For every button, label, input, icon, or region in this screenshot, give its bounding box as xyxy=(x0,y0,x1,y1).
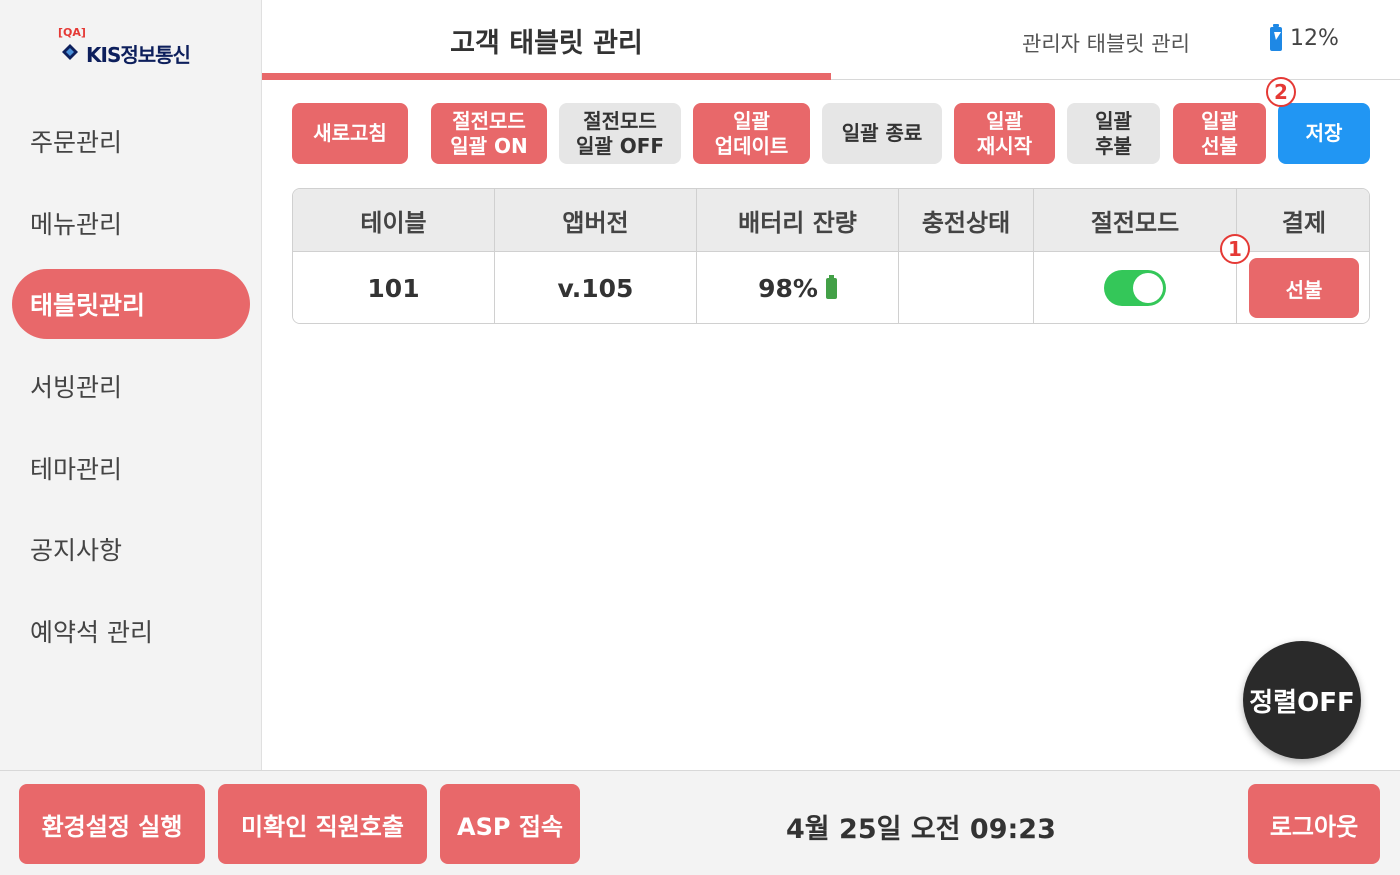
battery-full-icon xyxy=(825,274,837,299)
bulk-exit-button[interactable]: 일괄 종료 xyxy=(822,103,942,164)
annotation-marker-1: 1 xyxy=(1220,234,1250,264)
bulk-restart-button[interactable]: 일괄 재시작 xyxy=(954,103,1055,164)
refresh-button[interactable]: 새로고침 xyxy=(292,103,408,164)
toggle-knob xyxy=(1133,273,1163,303)
cell-battery: 98% xyxy=(697,252,899,323)
header: 고객 태블릿 관리 관리자 태블릿 관리 12% xyxy=(262,0,1400,80)
column-header-table: 테이블 xyxy=(293,189,495,251)
sidebar-item-menu[interactable]: 메뉴관리 xyxy=(12,188,250,258)
footer: 환경설정 실행 미확인 직원호출 ASP 접속 4월 25일 오전 09:23 … xyxy=(0,770,1400,875)
cell-table-number: 101 xyxy=(293,252,495,323)
battery-level-text: 98% xyxy=(758,273,818,303)
sidebar-item-notices[interactable]: 공지사항 xyxy=(12,514,250,584)
column-header-battery: 배터리 잔량 xyxy=(697,189,899,251)
sidebar-item-tablets[interactable]: 태블릿관리 xyxy=(12,269,250,339)
column-header-charging: 충전상태 xyxy=(899,189,1034,251)
bulk-update-button[interactable]: 일괄 업데이트 xyxy=(693,103,810,164)
save-button[interactable]: 저장 xyxy=(1278,103,1370,164)
cell-power-save xyxy=(1034,252,1237,323)
logo-diamond-icon xyxy=(62,44,78,60)
power-save-all-off-button[interactable]: 절전모드 일괄 OFF xyxy=(559,103,681,164)
cell-payment: 선불 xyxy=(1237,252,1369,323)
sidebar-item-reservations[interactable]: 예약석 관리 xyxy=(12,596,250,666)
sidebar-item-orders[interactable]: 주문관리 xyxy=(12,106,250,176)
asp-connect-button[interactable]: ASP 접속 xyxy=(440,784,580,864)
column-header-power-save: 절전모드 xyxy=(1034,189,1237,251)
run-settings-button[interactable]: 환경설정 실행 xyxy=(19,784,205,864)
current-datetime: 4월 25일 오전 09:23 xyxy=(786,814,1056,845)
column-header-app-version: 앱버전 xyxy=(495,189,697,251)
table-row: 101 v.105 98% 선불 xyxy=(293,252,1369,323)
sidebar-item-serving[interactable]: 서빙관리 xyxy=(12,351,250,421)
bulk-prepay-button[interactable]: 일괄 선불 xyxy=(1173,103,1266,164)
prepay-button[interactable]: 선불 xyxy=(1249,258,1359,318)
tablet-table: 테이블 앱버전 배터리 잔량 충전상태 절전모드 결제 101 v.105 98… xyxy=(292,188,1370,324)
tab-customer-tablets[interactable]: 고객 태블릿 관리 xyxy=(262,0,831,80)
device-battery-level: 12% xyxy=(1290,26,1339,51)
column-header-payment: 결제 xyxy=(1281,208,1327,237)
device-battery: 12% xyxy=(1270,23,1339,51)
logo-qa-tag: [QA] xyxy=(58,26,86,39)
tab-admin-tablets[interactable]: 관리자 태블릿 관리 xyxy=(1022,28,1190,58)
logout-button[interactable]: 로그아웃 xyxy=(1248,784,1380,864)
cell-app-version: v.105 xyxy=(495,252,697,323)
battery-charging-icon xyxy=(1270,23,1282,51)
company-logo: [QA] KIS정보통신 xyxy=(58,26,208,67)
power-save-all-on-button[interactable]: 절전모드 일괄 ON xyxy=(431,103,547,164)
power-save-toggle[interactable] xyxy=(1104,270,1166,306)
cell-charging-status xyxy=(899,252,1034,323)
bulk-postpay-button[interactable]: 일괄 후불 xyxy=(1067,103,1160,164)
staff-call-button[interactable]: 미확인 직원호출 xyxy=(218,784,427,864)
annotation-marker-2: 2 xyxy=(1266,77,1296,107)
logo-text: KIS정보통신 xyxy=(86,43,191,67)
sort-toggle-button[interactable]: 정렬OFF xyxy=(1243,641,1361,759)
sidebar: [QA] KIS정보통신 주문관리 메뉴관리 태블릿관리 서빙관리 테마관리 공… xyxy=(0,0,262,770)
table-header-row: 테이블 앱버전 배터리 잔량 충전상태 절전모드 결제 xyxy=(293,189,1369,252)
sidebar-item-theme[interactable]: 테마관리 xyxy=(12,433,250,503)
